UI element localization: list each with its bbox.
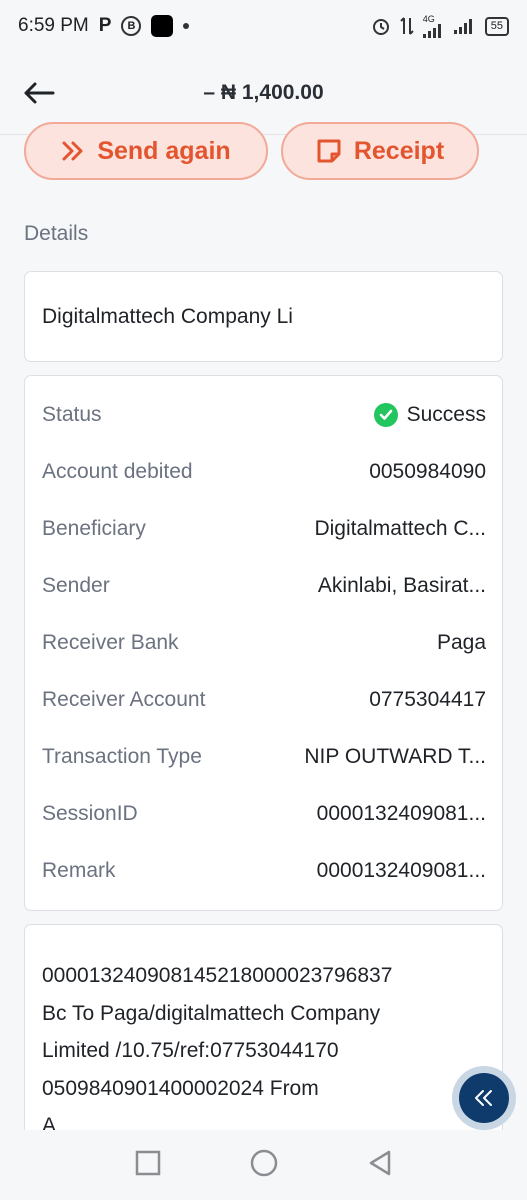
detail-row-transaction-type: Transaction Type NIP OUTWARD T... bbox=[42, 728, 486, 785]
detail-value: Akinlabi, Basirat... bbox=[317, 573, 486, 597]
network-type: 4G bbox=[422, 13, 435, 24]
detail-label: Sender bbox=[42, 573, 110, 597]
detail-row-receiver-bank: Receiver Bank Paga bbox=[42, 614, 486, 671]
double-chevron-right-icon bbox=[62, 141, 83, 161]
status-time: 6:59 PM bbox=[18, 15, 89, 36]
circle-icon bbox=[250, 1149, 277, 1176]
receipt-icon bbox=[317, 139, 341, 163]
home-button[interactable] bbox=[250, 1149, 278, 1182]
detail-value: NIP OUTWARD T... bbox=[304, 744, 486, 768]
details-heading: Details bbox=[24, 222, 89, 245]
remark-full-card: 000013240908145218000023796837 Bc To Pag… bbox=[24, 924, 503, 1139]
status-value: Success bbox=[373, 402, 486, 427]
b-badge-icon: B bbox=[121, 16, 142, 36]
detail-label: Receiver Account bbox=[42, 687, 206, 711]
detail-value: Digitalmattech C... bbox=[314, 516, 486, 540]
detail-label: Remark bbox=[42, 858, 116, 882]
detail-row-sender: Sender Akinlabi, Basirat... bbox=[42, 557, 486, 614]
status-row: Status Success bbox=[42, 386, 486, 443]
back-button[interactable] bbox=[22, 76, 56, 110]
send-again-label: Send again bbox=[97, 136, 231, 165]
triangle-back-icon bbox=[369, 1150, 390, 1175]
detail-row-account-debited: Account debited 0050984090 bbox=[42, 443, 486, 500]
signal-4g-icon: 4G bbox=[422, 13, 445, 38]
remark-line: 0509840901400002024 From bbox=[42, 1076, 319, 1100]
receipt-button[interactable]: Receipt bbox=[281, 122, 479, 180]
detail-value: Paga bbox=[436, 630, 486, 654]
more-notifications-icon bbox=[183, 23, 190, 29]
transaction-amount: – ₦ 1,400.00 bbox=[203, 81, 324, 104]
detail-row-receiver-account: Receiver Account 0775304417 bbox=[42, 671, 486, 728]
status-bar: 6:59 PM P B 4G 55 bbox=[0, 0, 527, 52]
detail-label: SessionID bbox=[42, 801, 138, 825]
battery-icon: 55 bbox=[484, 16, 509, 36]
double-chevron-left-icon bbox=[475, 1090, 492, 1106]
remark-line: 000013240908145218000023796837 bbox=[42, 964, 393, 987]
action-buttons: Send again Receipt bbox=[24, 122, 479, 180]
detail-label: Transaction Type bbox=[42, 744, 202, 768]
alarm-icon bbox=[371, 16, 391, 36]
recipient-name: Digitalmattech Company Li bbox=[42, 304, 293, 328]
recents-button[interactable] bbox=[135, 1150, 161, 1181]
detail-value: 0775304417 bbox=[369, 687, 486, 711]
back-nav-button[interactable] bbox=[367, 1149, 393, 1182]
detail-label: Beneficiary bbox=[42, 516, 146, 540]
detail-value: 0050984090 bbox=[369, 459, 486, 483]
data-transfer-icon bbox=[400, 16, 414, 36]
paypal-p-icon: P bbox=[98, 15, 112, 36]
detail-value: 0000132409081... bbox=[316, 858, 486, 882]
square-icon bbox=[135, 1150, 160, 1175]
recipient-name-card: Digitalmattech Company Li bbox=[24, 271, 503, 362]
signal-icon bbox=[453, 18, 476, 34]
check-circle-icon bbox=[373, 402, 398, 427]
transaction-details-card: Status Success Account debited 005098409… bbox=[24, 375, 503, 911]
detail-row-remark: Remark 0000132409081... bbox=[42, 842, 486, 899]
detail-row-session-id: SessionID 0000132409081... bbox=[42, 785, 486, 842]
send-again-button[interactable]: Send again bbox=[24, 122, 268, 180]
collapse-fab-button[interactable] bbox=[452, 1066, 516, 1130]
detail-label: Receiver Bank bbox=[42, 630, 179, 654]
status-label: Status bbox=[42, 402, 102, 426]
detail-label: Account debited bbox=[42, 459, 193, 483]
remark-line: Limited /10.75/ref:07753044170 bbox=[42, 1039, 339, 1062]
receipt-label: Receipt bbox=[353, 136, 445, 165]
status-text: Success bbox=[406, 402, 486, 426]
remark-line: Bc To Paga/digitalmattech Company bbox=[42, 1001, 381, 1025]
arrow-left-icon bbox=[24, 82, 55, 104]
detail-value: 0000132409081... bbox=[316, 801, 486, 825]
system-nav-bar bbox=[0, 1130, 527, 1200]
app-notification-icon bbox=[151, 15, 174, 37]
detail-row-beneficiary: Beneficiary Digitalmattech C... bbox=[42, 500, 486, 557]
